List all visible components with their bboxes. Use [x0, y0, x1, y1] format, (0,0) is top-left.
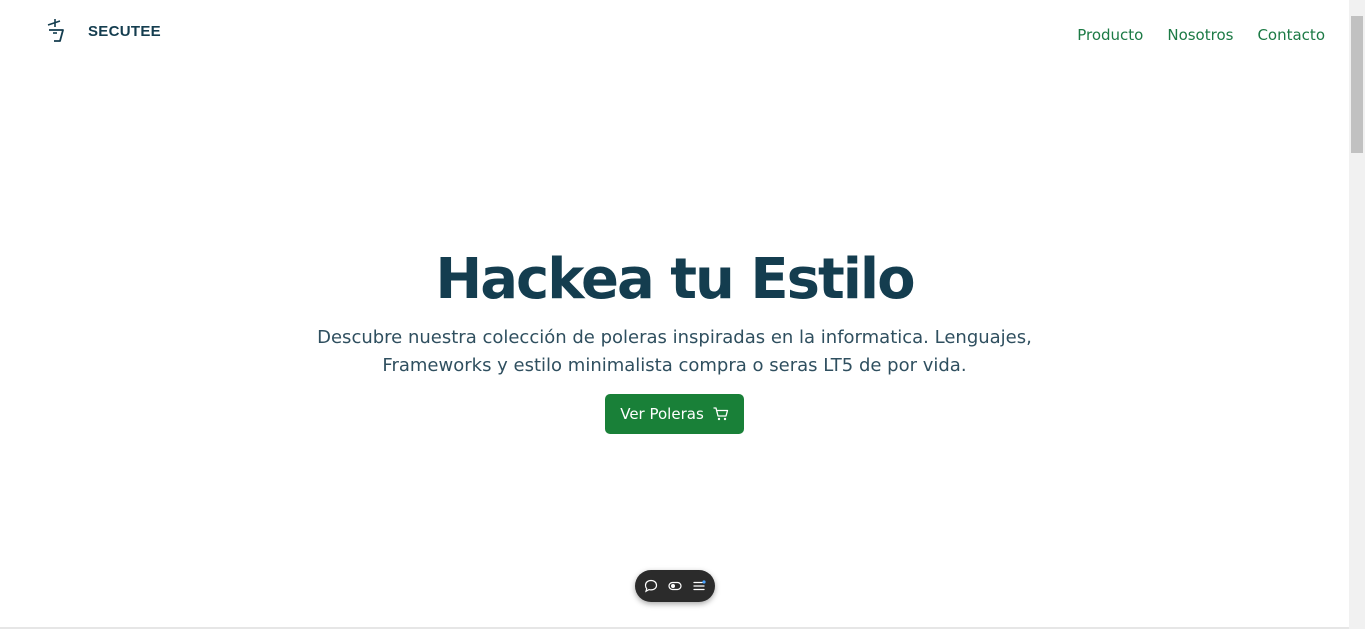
ver-poleras-button[interactable]: Ver Poleras — [605, 394, 744, 434]
brand-name: SECUTEE — [88, 22, 161, 40]
scrollbar-thumb[interactable] — [1351, 16, 1363, 153]
site-header: SECUTEE Producto Nosotros Contacto — [0, 0, 1349, 70]
nav-link-contacto[interactable]: Contacto — [1257, 26, 1325, 44]
floating-toolbar — [635, 570, 715, 602]
nav-link-producto[interactable]: Producto — [1077, 26, 1143, 44]
ver-poleras-label: Ver Poleras — [620, 405, 704, 423]
toggle-icon[interactable] — [667, 578, 683, 594]
vertical-scrollbar[interactable] — [1349, 0, 1365, 629]
nav-link-nosotros[interactable]: Nosotros — [1167, 26, 1233, 44]
hero-section: Hackea tu Estilo Descubre nuestra colecc… — [0, 240, 1349, 434]
main-nav: Producto Nosotros Contacto — [1077, 26, 1325, 44]
menu-icon[interactable] — [691, 578, 707, 594]
cart-icon — [713, 406, 729, 422]
secutee-logo-icon — [46, 18, 66, 44]
brand-link[interactable]: SECUTEE — [46, 18, 161, 44]
chat-bubble-icon[interactable] — [643, 578, 659, 594]
hero-title: Hackea tu Estilo — [435, 247, 915, 312]
page: SECUTEE Producto Nosotros Contacto Hacke… — [0, 0, 1365, 629]
hero-description: Descubre nuestra colección de poleras in… — [317, 327, 1032, 376]
